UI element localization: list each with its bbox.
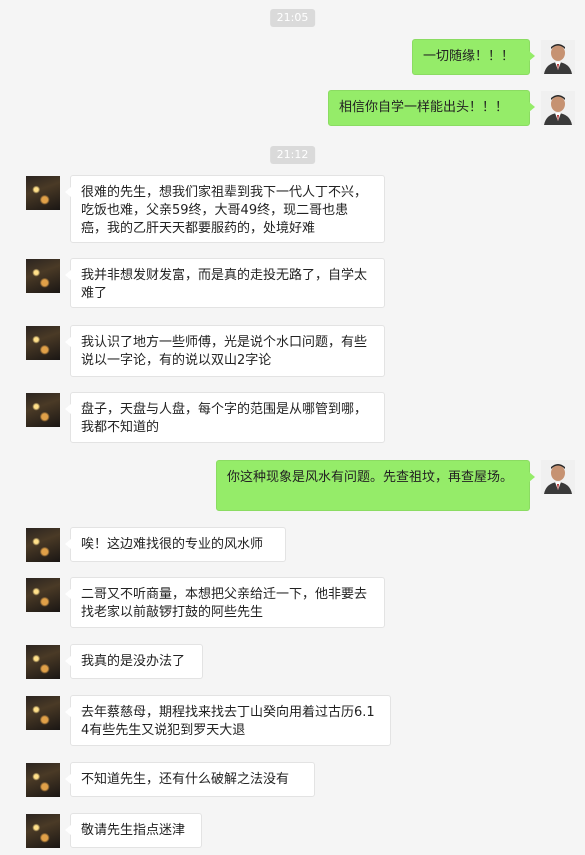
contact-avatar[interactable] (26, 645, 60, 679)
user-avatar[interactable] (541, 40, 575, 74)
message-bubble-received[interactable]: 去年蔡慈母，期程找来找去丁山癸向用着过古历6.14有些先生又说犯到罗天大退 (65, 695, 391, 746)
message-bubble-sent[interactable]: 相信你自学一样能出头！！！ (328, 90, 535, 126)
contact-avatar[interactable] (26, 696, 60, 730)
message-bubble-received[interactable]: 盘子，天盘与人盘，每个字的范围是从哪管到哪，我都不知道的 (65, 392, 385, 443)
person-avatar-icon (541, 40, 575, 74)
person-avatar-icon (541, 460, 575, 494)
contact-avatar[interactable] (26, 763, 60, 797)
timestamp: 21:05 (269, 9, 316, 27)
contact-avatar[interactable] (26, 814, 60, 848)
contact-avatar[interactable] (26, 259, 60, 293)
contact-avatar[interactable] (26, 393, 60, 427)
person-avatar-icon (541, 91, 575, 125)
message-bubble-received[interactable]: 我认识了地方一些师傅，光是说个水口问题，有些说以一字论，有的说以双山2字论 (65, 325, 385, 377)
contact-avatar[interactable] (26, 326, 60, 360)
message-bubble-received[interactable]: 敬请先生指点迷津 (65, 813, 202, 848)
contact-avatar[interactable] (26, 528, 60, 562)
message-bubble-received[interactable]: 唉！这边难找很的专业的风水师 (65, 527, 286, 562)
message-bubble-received[interactable]: 我真的是没办法了 (65, 644, 203, 679)
message-bubble-sent[interactable]: 你这种现象是风水有问题。先查祖坟，再查屋场。 (216, 460, 535, 511)
timestamp: 21:12 (269, 146, 316, 164)
message-bubble-sent[interactable]: 一切随缘！！！ (412, 39, 535, 75)
message-bubble-received[interactable]: 二哥又不听商量，本想把父亲给迁一下，他非要去找老家以前敲锣打鼓的阿些先生 (65, 577, 385, 628)
message-bubble-received[interactable]: 不知道先生，还有什么破解之法没有 (65, 762, 315, 797)
message-bubble-received[interactable]: 我并非想发财发富，而是真的走投无路了，自学太难了 (65, 258, 385, 308)
user-avatar[interactable] (541, 91, 575, 125)
contact-avatar[interactable] (26, 176, 60, 210)
chat-area: 21:05 一切随缘！！！ 相信你自学一样能出头！！！ 21:12 很难的先生，… (0, 0, 585, 855)
user-avatar[interactable] (541, 460, 575, 494)
contact-avatar[interactable] (26, 578, 60, 612)
message-bubble-received[interactable]: 很难的先生，想我们家祖辈到我下一代人丁不兴，吃饭也难，父亲59终，大哥49终，现… (65, 175, 385, 243)
